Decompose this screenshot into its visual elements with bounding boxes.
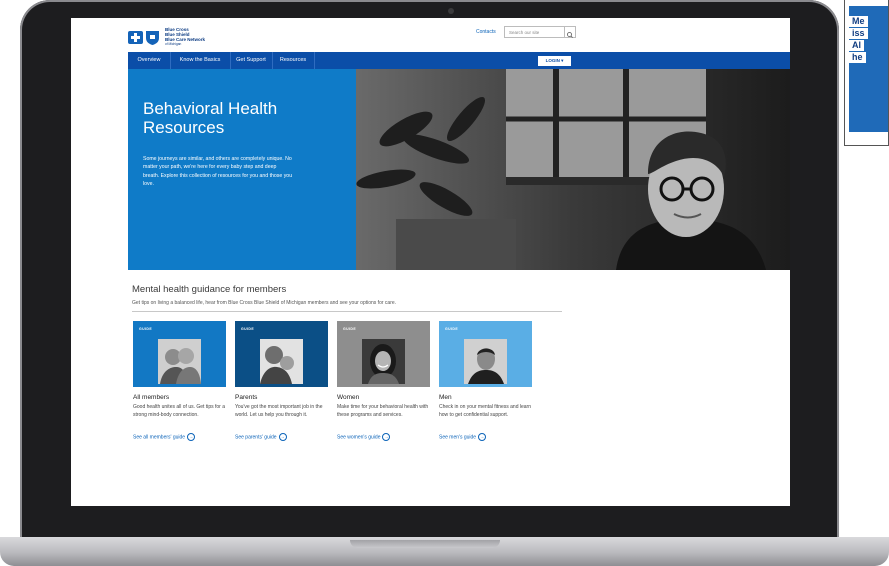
side-ad-word-2: iss bbox=[849, 28, 868, 39]
arrow-circle-icon: → bbox=[187, 433, 196, 441]
card-photo-man bbox=[464, 339, 507, 384]
login-button[interactable]: LOGIN ▾ bbox=[538, 56, 571, 66]
camera-dot bbox=[448, 8, 454, 14]
cross-shield-logo-icon bbox=[128, 31, 159, 45]
section-divider bbox=[132, 311, 562, 312]
login-label: LOGIN bbox=[545, 58, 560, 63]
hero-photo-illustration bbox=[356, 69, 790, 270]
card-title: Parents bbox=[235, 394, 258, 401]
hero-panel: Behavioral Health Resources Some journey… bbox=[128, 69, 356, 270]
card-image: GUIDE bbox=[133, 321, 226, 387]
laptop-notch bbox=[350, 540, 500, 548]
card-description: Make time for your behavioral health wit… bbox=[337, 404, 429, 418]
woman-photo-illustration bbox=[362, 339, 405, 384]
card-link-label: See men's guide bbox=[439, 434, 477, 441]
card-title: Men bbox=[439, 394, 452, 401]
arrow-circle-icon: → bbox=[278, 433, 287, 441]
card-guide-label: GUIDE bbox=[139, 327, 153, 331]
couple-photo-illustration bbox=[158, 339, 201, 384]
bcbsm-logo[interactable]: Blue Cross Blue Shield Blue Care Network… bbox=[128, 27, 205, 47]
section-subtitle: Get tips on living a balanced life, hear… bbox=[132, 300, 397, 306]
hero-title: Behavioral Health Resources bbox=[143, 99, 277, 137]
nav-item-know-the-basics[interactable]: Know the Basics bbox=[170, 52, 231, 69]
see-womens-guide-link[interactable]: See women's guide → bbox=[337, 433, 391, 441]
search-button[interactable] bbox=[564, 26, 576, 38]
hero-title-line-2: Resources bbox=[143, 118, 225, 137]
card-link-label: See women's guide bbox=[337, 434, 381, 441]
nav-item-overview[interactable]: Overview bbox=[128, 52, 171, 69]
card-photo-parent-child bbox=[260, 339, 303, 384]
man-photo-illustration bbox=[464, 339, 507, 384]
logo-text: Blue Cross Blue Shield Blue Care Network… bbox=[165, 27, 205, 47]
card-description: Good health unites all of us. Get tips f… bbox=[133, 404, 225, 418]
main-nav: Overview Know the Basics Get Support Res… bbox=[128, 52, 790, 69]
side-ad-panel: Me iss Al he bbox=[844, 0, 889, 146]
card-photo-woman bbox=[362, 339, 405, 384]
card-guide-label: GUIDE bbox=[445, 327, 459, 331]
side-ad-panel-blue: Me iss Al he bbox=[849, 6, 888, 132]
search-icon bbox=[567, 32, 573, 38]
arrow-circle-icon: → bbox=[478, 433, 487, 441]
side-ad-word-3: Al bbox=[849, 40, 864, 51]
arrow-circle-icon: → bbox=[382, 433, 391, 441]
card-link-label: See all members' guide bbox=[133, 434, 186, 441]
card-title: All members bbox=[133, 394, 170, 401]
hero-body: Some journeys are similar, and others ar… bbox=[143, 156, 293, 188]
card-link-label: See parents' guide bbox=[235, 434, 277, 441]
nav-item-resources[interactable]: Resources bbox=[272, 52, 315, 69]
side-ad-word-4: he bbox=[849, 52, 866, 63]
chevron-down-icon: ▾ bbox=[561, 58, 564, 63]
contacts-link[interactable]: Contacts bbox=[476, 29, 496, 35]
card-image: GUIDE bbox=[439, 321, 532, 387]
laptop-frame: Blue Cross Blue Shield Blue Care Network… bbox=[20, 0, 839, 540]
card-guide-label: GUIDE bbox=[343, 327, 357, 331]
see-mens-guide-link[interactable]: See men's guide → bbox=[439, 433, 487, 441]
hero-photo-man-smiling bbox=[356, 69, 790, 270]
card-image: GUIDE bbox=[337, 321, 430, 387]
hero-title-line-1: Behavioral Health bbox=[143, 99, 278, 118]
card-title: Women bbox=[337, 394, 360, 401]
side-ad-word-1: Me bbox=[849, 16, 868, 27]
card-image: GUIDE bbox=[235, 321, 328, 387]
nav-item-get-support[interactable]: Get Support bbox=[230, 52, 273, 69]
see-all-members-guide-link[interactable]: See all members' guide → bbox=[133, 433, 196, 441]
parent-child-photo-illustration bbox=[260, 339, 303, 384]
logo-line-4: of Michigan bbox=[165, 42, 182, 46]
card-guide-label: GUIDE bbox=[241, 327, 255, 331]
card-description: Check in on your mental fitness and lear… bbox=[439, 404, 531, 418]
card-photo-couple bbox=[158, 339, 201, 384]
site-header: Blue Cross Blue Shield Blue Care Network… bbox=[71, 18, 790, 52]
browser-screen: Blue Cross Blue Shield Blue Care Network… bbox=[71, 18, 790, 506]
section-title: Mental health guidance for members bbox=[132, 284, 287, 295]
see-parents-guide-link[interactable]: See parents' guide → bbox=[235, 433, 287, 441]
card-description: You've got the most important job in the… bbox=[235, 404, 323, 418]
